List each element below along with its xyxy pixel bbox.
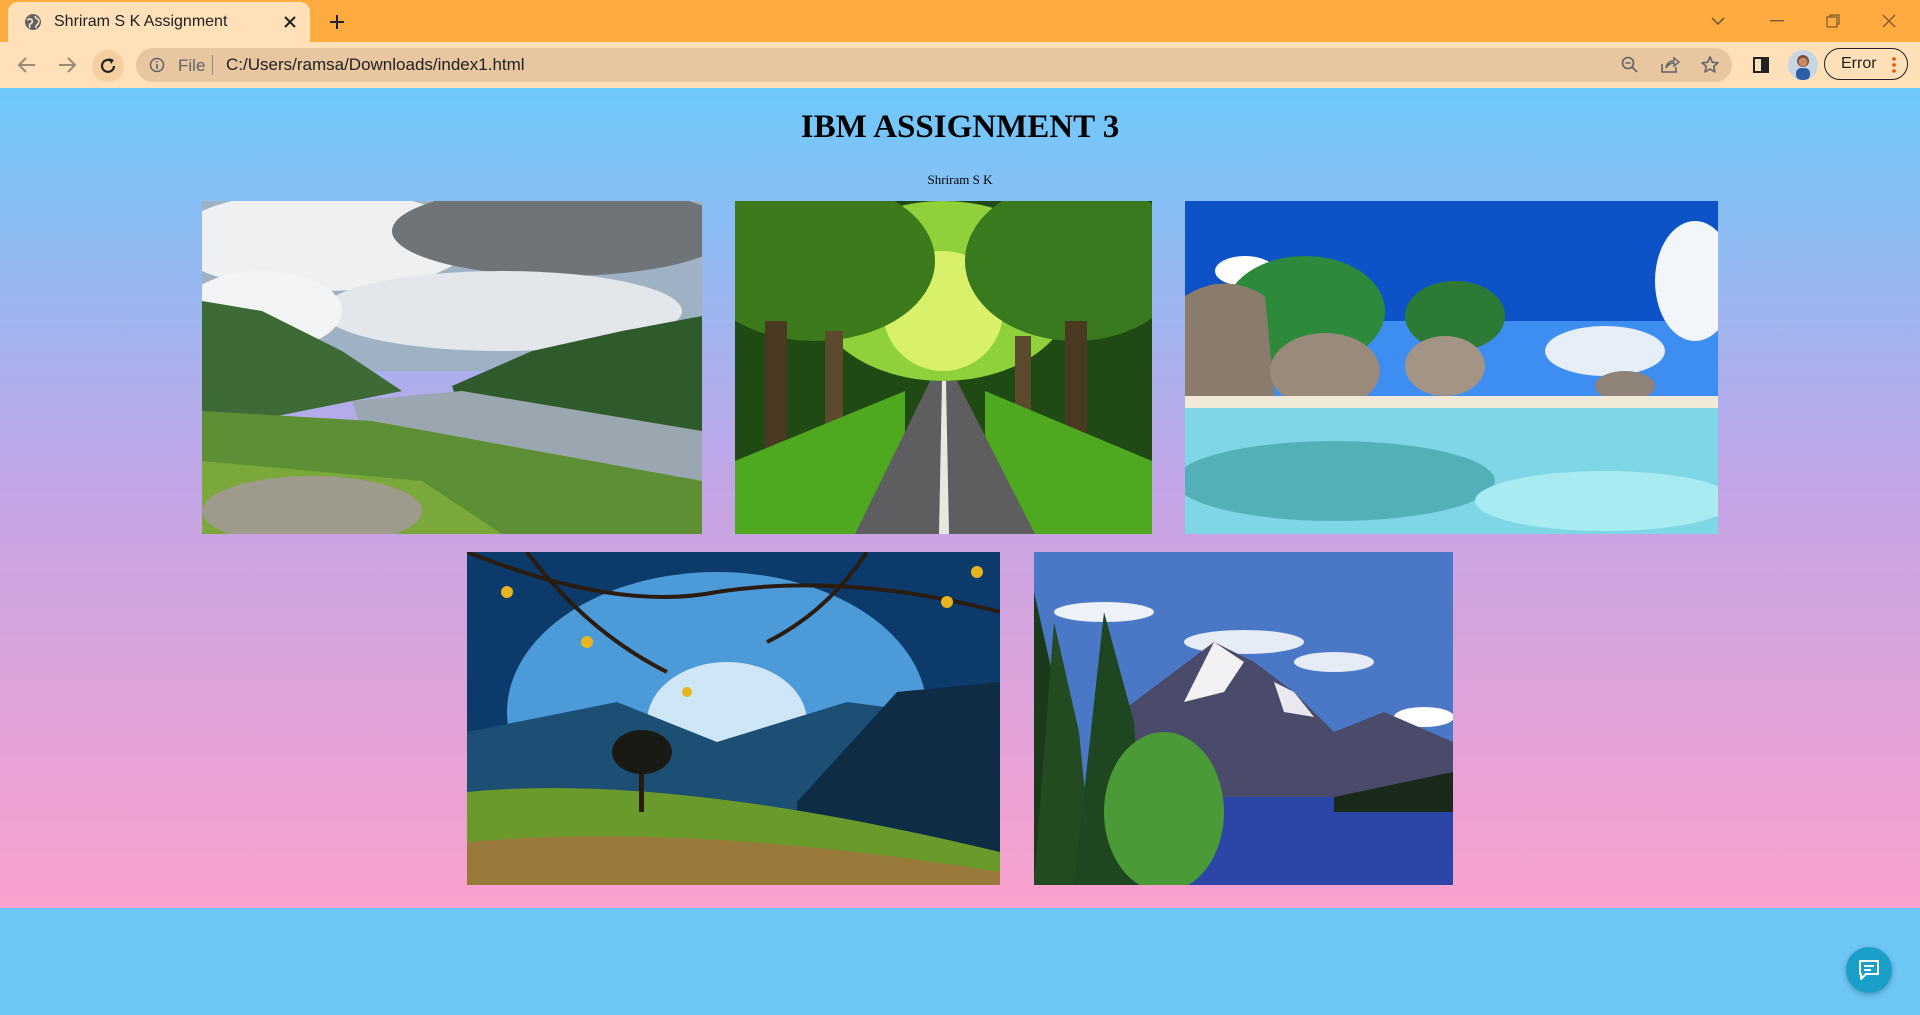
- plus-icon[interactable]: [324, 9, 350, 35]
- minimize-icon[interactable]: [1762, 6, 1792, 36]
- more-vertical-icon[interactable]: [1885, 54, 1903, 76]
- forward-arrow-icon[interactable]: [52, 50, 82, 80]
- zoom-out-icon[interactable]: [1618, 53, 1642, 77]
- snowy-mountain-lake-image: [1034, 552, 1453, 885]
- profile-error-button[interactable]: Error: [1824, 48, 1908, 80]
- chat-icon: [1857, 959, 1881, 981]
- back-arrow-icon[interactable]: [12, 50, 42, 80]
- autumn-tree-valley-image: [467, 552, 1000, 885]
- tab-active[interactable]: Shriram S K Assignment: [8, 2, 310, 42]
- browser-toolbar: File C:/Users/ramsa/Downloads/index1.htm…: [0, 42, 1920, 88]
- star-icon[interactable]: [1698, 53, 1722, 77]
- chevron-down-icon[interactable]: [1704, 7, 1732, 35]
- scottish-loch-valley-image: [202, 201, 702, 534]
- tab-strip: Shriram S K Assignment: [0, 0, 1920, 42]
- restore-icon[interactable]: [1818, 6, 1848, 36]
- tropical-beach-rocks-image: [1185, 201, 1718, 534]
- close-icon[interactable]: [278, 10, 302, 34]
- close-icon[interactable]: [1874, 6, 1904, 36]
- tab-title: Shriram S K Assignment: [54, 13, 228, 30]
- info-icon[interactable]: [148, 56, 166, 74]
- avatar[interactable]: [1788, 50, 1818, 80]
- divider: [212, 55, 213, 75]
- page-body: IBM ASSIGNMENT 3 Shriram S K: [0, 88, 1920, 908]
- page-subtitle: Shriram S K: [927, 172, 993, 187]
- page-title: IBM ASSIGNMENT 3: [800, 109, 1120, 145]
- error-label: Error: [1841, 55, 1877, 72]
- address-bar[interactable]: File C:/Users/ramsa/Downloads/index1.htm…: [136, 48, 1732, 82]
- reload-icon[interactable]: [92, 50, 124, 82]
- share-icon[interactable]: [1658, 53, 1682, 77]
- tree-tunnel-road-image: [735, 201, 1152, 534]
- side-panel-icon[interactable]: [1748, 52, 1774, 78]
- url-text[interactable]: C:/Users/ramsa/Downloads/index1.html: [226, 55, 525, 75]
- chat-button[interactable]: [1846, 947, 1892, 993]
- url-scheme: File: [178, 56, 206, 75]
- globe-icon: [24, 13, 42, 31]
